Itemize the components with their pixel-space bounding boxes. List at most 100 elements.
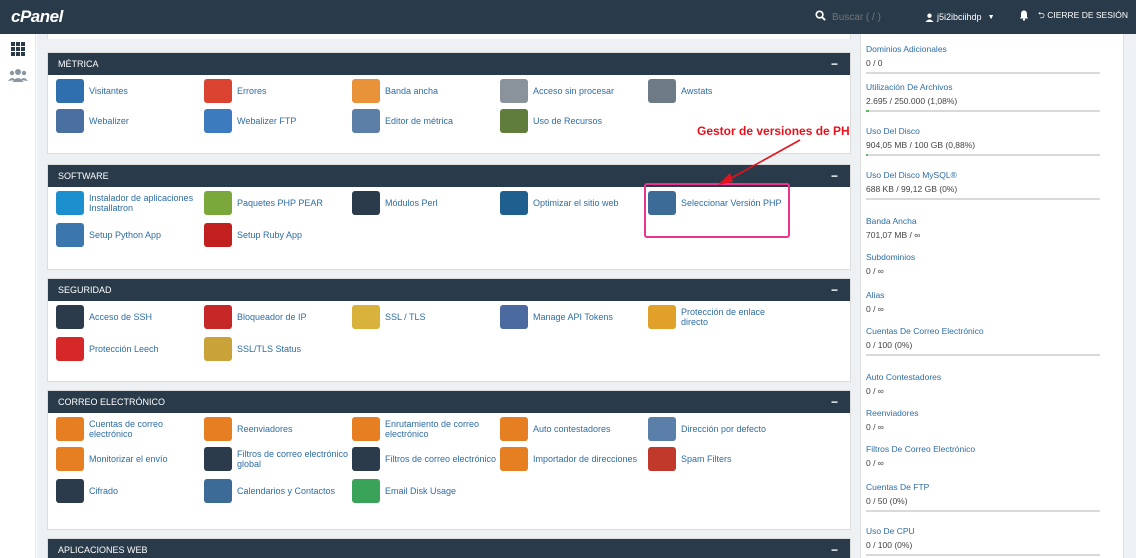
- tool-link[interactable]: Email Disk Usage: [352, 479, 498, 503]
- cpanel-logo[interactable]: cPanel: [11, 7, 63, 27]
- stat-progress-bar: [866, 72, 1100, 74]
- tool-link[interactable]: Cifrado: [56, 479, 202, 503]
- tool-link[interactable]: Webalizer FTP: [204, 109, 350, 133]
- tool-link[interactable]: Módulos Perl: [352, 191, 498, 215]
- tool-link[interactable]: Uso de Recursos: [500, 109, 646, 133]
- stat-label[interactable]: Uso Del Disco MySQL®: [866, 170, 1100, 180]
- tool-link[interactable]: Visitantes: [56, 79, 202, 103]
- tool-label: Editor de métrica: [385, 116, 454, 126]
- stat-item: Subdominios 0 / ∞: [866, 252, 1100, 276]
- tool-link[interactable]: Auto contestadores: [500, 417, 646, 441]
- tool-link[interactable]: Spam Filters: [648, 447, 794, 471]
- tool-label: Errores: [237, 86, 267, 96]
- leech-protection-icon: [56, 337, 84, 361]
- calendars-contacts-icon: [204, 479, 232, 503]
- stat-label[interactable]: Dominios Adicionales: [866, 44, 1100, 54]
- tool-link[interactable]: Banda ancha: [352, 79, 498, 103]
- stat-value: 2.695 / 250.000 (1,08%): [866, 96, 958, 106]
- tool-link[interactable]: Importador de direcciones: [500, 447, 646, 471]
- panel-header[interactable]: MÉTRICA −: [48, 53, 850, 75]
- logout-icon: ⮌: [1038, 10, 1045, 20]
- tool-link[interactable]: Dirección por defecto: [648, 417, 794, 441]
- tool-link[interactable]: Optimizar el sitio web: [500, 191, 646, 215]
- stat-label[interactable]: Subdominios: [866, 252, 1100, 262]
- stat-label[interactable]: Uso Del Disco: [866, 126, 1100, 136]
- tool-link[interactable]: Enrutamiento de correo electrónico: [352, 417, 498, 441]
- stat-label[interactable]: Alias: [866, 290, 1100, 300]
- global-email-filters-icon: [204, 447, 232, 471]
- tool-link[interactable]: Cuentas de correo electrónico: [56, 417, 202, 441]
- perl-modules-icon: [352, 191, 380, 215]
- tool-link[interactable]: Manage API Tokens: [500, 305, 646, 329]
- stat-label[interactable]: Reenviadores: [866, 408, 1100, 418]
- tool-link[interactable]: Acceso sin procesar: [500, 79, 646, 103]
- search-box[interactable]: [815, 0, 915, 34]
- metrics-editor-icon: [352, 109, 380, 133]
- chevron-down-icon: ▼: [987, 13, 995, 21]
- tool-link[interactable]: Filtros de correo electrónico global: [204, 447, 350, 471]
- tool-link[interactable]: SSL / TLS: [352, 305, 498, 329]
- tool-link[interactable]: Protección Leech: [56, 337, 202, 361]
- stat-progress-bar: [866, 198, 1100, 200]
- top-right-controls: j5i2ibciihdp ▼ ⮌ CIERRE DE SESIÓN: [815, 0, 1136, 34]
- stat-progress-fill: [866, 110, 869, 112]
- stat-value: 0 / ∞: [866, 304, 884, 314]
- stat-value: 0 / ∞: [866, 458, 884, 468]
- stat-item: Uso Del Disco MySQL® 688 KB / 99,12 GB (0…: [866, 170, 1100, 200]
- stat-item: Cuentas De Correo Electrónico 0 / 100 (0%…: [866, 326, 1100, 356]
- stat-label[interactable]: Cuentas De FTP: [866, 482, 1100, 492]
- tool-label: Monitorizar el envío: [89, 454, 168, 464]
- tool-link[interactable]: Paquetes PHP PEAR: [204, 191, 350, 215]
- tool-link[interactable]: Webalizer: [56, 109, 202, 133]
- collapse-icon[interactable]: −: [831, 57, 838, 71]
- tool-link[interactable]: Setup Ruby App: [204, 223, 350, 247]
- tool-link[interactable]: Reenviadores: [204, 417, 350, 441]
- stat-value: 0 / ∞: [866, 266, 884, 276]
- tool-link[interactable]: Bloqueador de IP: [204, 305, 350, 329]
- ip-blocker-icon: [204, 305, 232, 329]
- stat-label[interactable]: Utilización De Archivos: [866, 82, 1100, 92]
- panel-header[interactable]: CORREO ELECTRÓNICO −: [48, 391, 850, 413]
- tool-link[interactable]: Monitorizar el envío: [56, 447, 202, 471]
- tool-link[interactable]: Protección de enlace directo: [648, 305, 794, 329]
- stat-label[interactable]: Banda Ancha: [866, 216, 1100, 226]
- collapse-icon[interactable]: −: [831, 543, 838, 557]
- tool-link[interactable]: Setup Python App: [56, 223, 202, 247]
- panel-title: SOFTWARE: [58, 171, 109, 181]
- tool-link[interactable]: Awstats: [648, 79, 794, 103]
- panel-header[interactable]: APLICACIONES WEB −: [48, 539, 850, 558]
- errors-icon: [204, 79, 232, 103]
- stat-item: Banda Ancha 701,07 MB / ∞: [866, 216, 1100, 240]
- tool-label: Cuentas de correo electrónico: [89, 419, 164, 439]
- ssh-icon: [56, 305, 84, 329]
- user-menu[interactable]: j5i2ibciihdp ▼: [925, 12, 1010, 22]
- logout-button[interactable]: ⮌ CIERRE DE SESIÓN: [1038, 10, 1128, 24]
- tool-link[interactable]: Filtros de correo electrónico: [352, 447, 498, 471]
- users-icon[interactable]: [0, 62, 36, 88]
- tool-label: Calendarios y Contactos: [237, 486, 336, 496]
- collapse-icon[interactable]: −: [831, 169, 838, 183]
- tool-label: Acceso de SSH: [89, 312, 153, 322]
- default-address-icon: [648, 417, 676, 441]
- panel-title: SEGURIDAD: [58, 285, 112, 295]
- stat-progress-bar: [866, 354, 1100, 356]
- stat-label[interactable]: Filtros De Correo Electrónico: [866, 444, 1100, 454]
- logout-label: CIERRE DE SESIÓN: [1047, 10, 1128, 20]
- notifications-bell-icon[interactable]: [1010, 10, 1038, 24]
- collapse-icon[interactable]: −: [831, 395, 838, 409]
- search-input[interactable]: [832, 11, 913, 23]
- tool-label: SSL/TLS Status: [237, 344, 302, 354]
- home-grid-icon[interactable]: [0, 36, 36, 62]
- stat-label[interactable]: Cuentas De Correo Electrónico: [866, 326, 1100, 336]
- tool-link[interactable]: Instalador de aplicaciones Installatron: [56, 191, 202, 215]
- collapse-icon[interactable]: −: [831, 283, 838, 297]
- tool-link[interactable]: Errores: [204, 79, 350, 103]
- panel-header[interactable]: SEGURIDAD −: [48, 279, 850, 301]
- stat-progress-bar: [866, 554, 1100, 556]
- tool-link[interactable]: Editor de métrica: [352, 109, 498, 133]
- stat-label[interactable]: Uso De CPU: [866, 526, 1100, 536]
- tool-link[interactable]: SSL/TLS Status: [204, 337, 350, 361]
- tool-link[interactable]: Acceso de SSH: [56, 305, 202, 329]
- stat-label[interactable]: Auto Contestadores: [866, 372, 1100, 382]
- tool-link[interactable]: Calendarios y Contactos: [204, 479, 350, 503]
